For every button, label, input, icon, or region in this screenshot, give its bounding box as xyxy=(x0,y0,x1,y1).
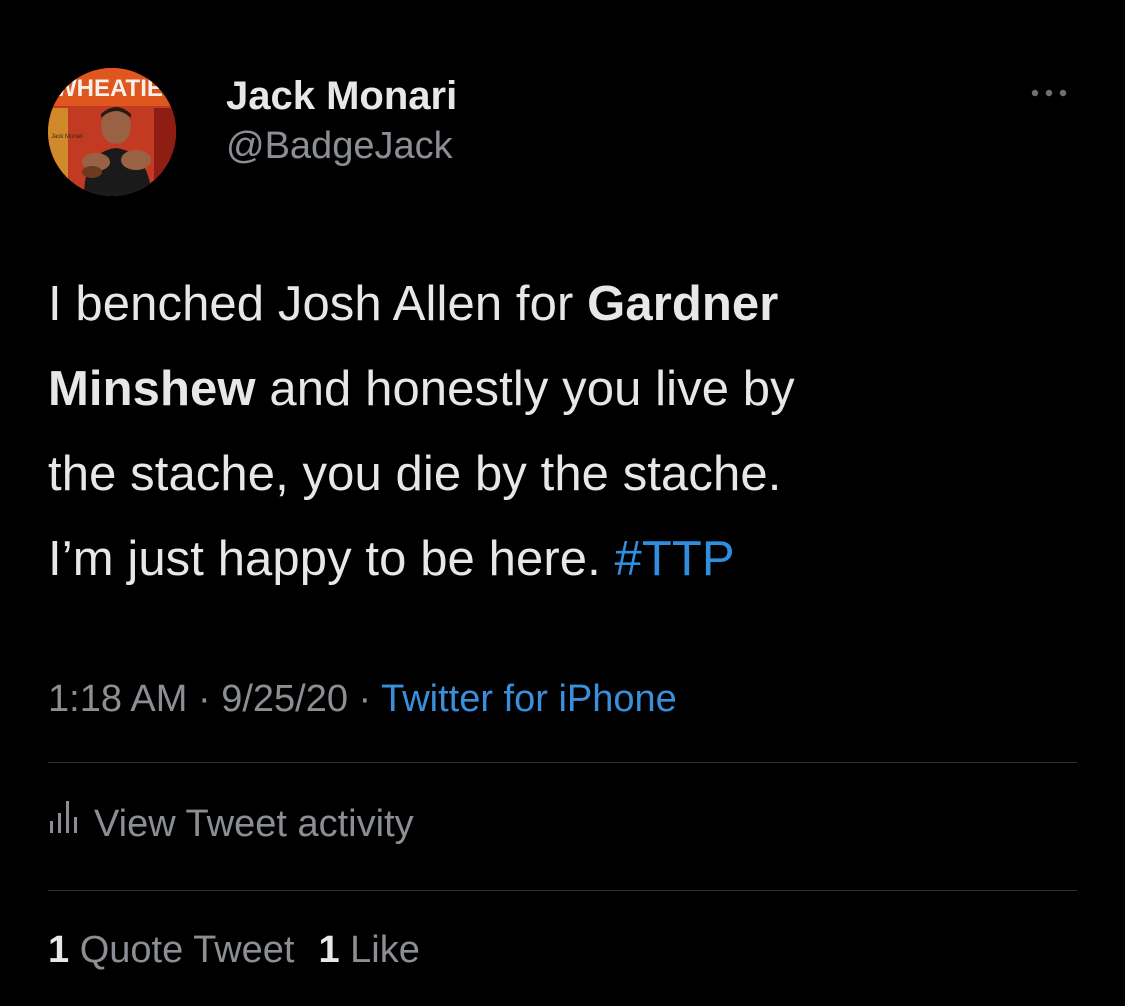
like-label: Like xyxy=(339,929,420,971)
tweet-text-plain: and honestly you live by xyxy=(255,362,795,416)
quote-count: 1 xyxy=(48,929,70,971)
user-handle[interactable]: @BadgeJack xyxy=(226,120,457,172)
tweet-line-1: I benched Josh Allen for Gardner xyxy=(48,262,1048,347)
view-tweet-activity-button[interactable]: View Tweet activity xyxy=(48,792,414,856)
tweet-line-4: I’m just happy to be here. #TTP xyxy=(48,517,1048,602)
tweet-source-link[interactable]: Twitter for iPhone xyxy=(381,678,677,720)
tweet-text-bold: Minshew xyxy=(48,362,256,416)
tweet-detail: WHEATIES Jack Monari Jack Monari @BadgeJ… xyxy=(48,0,1077,1006)
quote-tweets-stat[interactable]: 1 Quote Tweet xyxy=(48,929,294,971)
divider xyxy=(48,762,1077,763)
author-names: Jack Monari @BadgeJack xyxy=(226,72,457,172)
more-horizontal-icon[interactable] xyxy=(1027,78,1071,108)
avatar[interactable]: WHEATIES Jack Monari xyxy=(48,68,176,196)
meta-separator: · xyxy=(348,678,382,720)
avatar-small-text: Jack Monari xyxy=(51,134,83,140)
wheaties-box-avatar-icon: WHEATIES Jack Monari xyxy=(48,68,176,196)
tweet-line-3: the stache, you die by the stache. xyxy=(48,447,782,501)
meta-separator: · xyxy=(187,678,222,720)
tweet-meta: 1:18 AM · 9/25/20 · Twitter for iPhone xyxy=(48,672,677,726)
likes-stat[interactable]: 1 Like xyxy=(318,929,419,971)
tweet-time: 1:18 AM xyxy=(48,678,188,720)
tweet-text: I benched Josh Allen for Gardner Minshew… xyxy=(48,262,1048,602)
activity-chart-icon xyxy=(48,791,80,855)
tweet-stats: 1 Quote Tweet 1 Like xyxy=(48,920,444,980)
divider xyxy=(48,890,1077,891)
tweet-header: WHEATIES Jack Monari Jack Monari @BadgeJ… xyxy=(48,68,1077,198)
tweet-text-plain: I benched Josh Allen for xyxy=(48,277,588,331)
tweet-text-bold: Gardner xyxy=(587,277,779,331)
activity-label: View Tweet activity xyxy=(94,803,414,845)
quote-label: Quote Tweet xyxy=(69,929,295,971)
tweet-text-plain: I’m just happy to be here. xyxy=(48,532,615,586)
tweet-date: 9/25/20 xyxy=(221,678,348,720)
tweet-line-2: Minshew and honestly you live by xyxy=(48,347,1048,432)
display-name[interactable]: Jack Monari xyxy=(226,72,457,120)
hashtag-link[interactable]: #TTP xyxy=(615,532,735,586)
avatar-logo-text: WHEATIES xyxy=(54,75,176,102)
like-count: 1 xyxy=(318,929,340,971)
